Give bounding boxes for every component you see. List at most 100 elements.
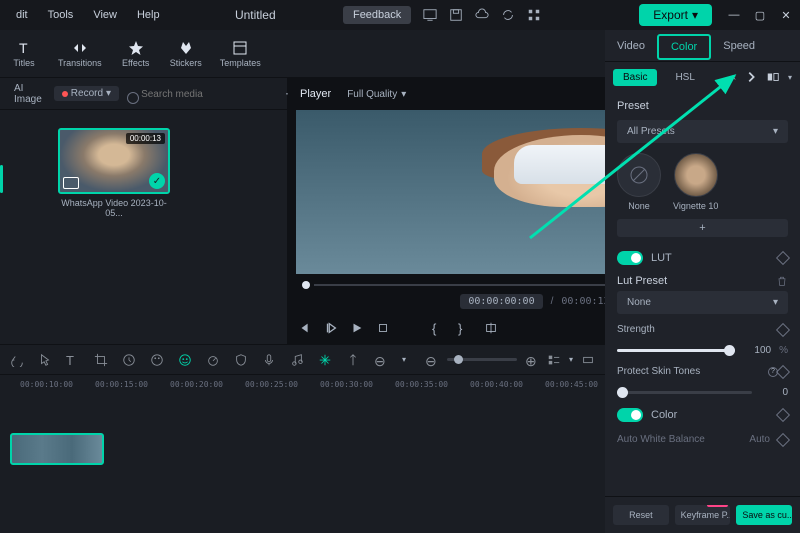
chevron-right-icon[interactable]	[744, 70, 758, 84]
step-back-icon[interactable]	[324, 321, 338, 335]
close-button[interactable]: ✕	[780, 9, 792, 21]
clip-name: WhatsApp Video 2023-10-05...	[58, 198, 170, 218]
protect-slider[interactable]	[617, 391, 752, 394]
play-icon[interactable]	[350, 321, 364, 335]
timeline-clip[interactable]	[10, 433, 104, 465]
save-as-button[interactable]: Save as cu...	[736, 505, 792, 525]
color-toggle[interactable]	[617, 408, 643, 422]
marker-icon[interactable]	[484, 321, 498, 335]
undo-icon[interactable]	[10, 353, 24, 367]
keyframe-button[interactable]: BETAKeyframe P...	[675, 505, 731, 525]
awb-auto-button[interactable]: Auto	[749, 434, 770, 445]
fit-icon[interactable]	[581, 353, 595, 367]
player-tab[interactable]: Player	[300, 88, 331, 100]
strength-keyframe-icon[interactable]	[776, 322, 790, 336]
time-icon[interactable]	[122, 353, 136, 367]
lut-toggle[interactable]	[617, 251, 643, 265]
speed-tool-icon[interactable]	[206, 353, 220, 367]
ruler-mark: 00:00:35:00	[395, 380, 448, 389]
color-label: Color	[651, 409, 677, 421]
tab-video[interactable]: Video	[605, 30, 657, 61]
chevron-down-icon[interactable]: ▾	[788, 73, 792, 82]
add-preset-button[interactable]: +	[617, 219, 788, 237]
mic-icon[interactable]	[262, 353, 276, 367]
menu-help[interactable]: Help	[129, 5, 168, 25]
refresh-icon[interactable]	[501, 8, 515, 22]
subtab-prev-icon[interactable]: ‹	[733, 72, 736, 82]
music-icon[interactable]	[290, 353, 304, 367]
tab-color[interactable]: Color	[657, 34, 711, 60]
effects-tab[interactable]: Effects	[116, 38, 156, 70]
ai-tool-icon[interactable]	[178, 353, 192, 367]
templates-tab[interactable]: Templates	[216, 38, 265, 70]
top-menubar: dit Tools View Help Untitled Feedback Ex…	[0, 0, 800, 30]
compare-icon[interactable]	[766, 70, 780, 84]
protect-value[interactable]: 0	[760, 387, 788, 398]
text-tool-icon[interactable]: T	[66, 353, 80, 367]
vr-badge-icon	[63, 177, 79, 189]
palette-icon[interactable]	[150, 353, 164, 367]
clip-duration: 00:00:13	[126, 133, 165, 144]
preset-none[interactable]: None	[617, 153, 661, 211]
search-input[interactable]	[125, 89, 273, 100]
ruler-mark: 00:00:45:00	[545, 380, 598, 389]
grid-icon[interactable]	[527, 8, 541, 22]
ruler-mark: 00:00:25:00	[245, 380, 298, 389]
transitions-icon	[72, 40, 88, 56]
minimize-button[interactable]: —	[728, 9, 740, 21]
cloud-icon[interactable]	[475, 8, 489, 22]
lut-label: LUT	[651, 252, 672, 264]
timeline-ruler[interactable]: 00:00:10:0000:00:15:0000:00:20:0000:00:2…	[0, 375, 605, 393]
maximize-button[interactable]: ▢	[754, 9, 766, 21]
svg-text:T: T	[19, 40, 28, 56]
strength-value[interactable]: 100	[743, 345, 771, 356]
zoom-in-icon[interactable]: ⊕	[525, 353, 539, 367]
menu-view[interactable]: View	[85, 5, 125, 25]
subtab-basic[interactable]: Basic	[613, 69, 657, 86]
transitions-tab[interactable]: Transitions	[54, 38, 106, 70]
pointer-icon[interactable]	[38, 353, 52, 367]
titles-tab[interactable]: TTitles	[4, 38, 44, 70]
view-grid-icon[interactable]	[547, 353, 561, 367]
timecode-current[interactable]: 00:00:00:00	[460, 294, 542, 309]
menu-tools[interactable]: Tools	[40, 5, 82, 25]
brace-close-icon[interactable]: }	[458, 321, 472, 335]
save-icon[interactable]	[449, 8, 463, 22]
prev-icon[interactable]	[298, 321, 312, 335]
zoom-slider[interactable]	[447, 358, 517, 361]
reset-button[interactable]: Reset	[613, 505, 669, 525]
feedback-button[interactable]: Feedback	[343, 6, 411, 24]
protect-keyframe-icon[interactable]	[776, 364, 790, 378]
preset-select[interactable]: All Presets▾	[617, 120, 788, 143]
brace-open-icon[interactable]: {	[432, 321, 446, 335]
media-clip[interactable]: 00:00:13 ✓ WhatsApp Video 2023-10-05...	[58, 128, 170, 218]
stop-icon[interactable]	[376, 321, 390, 335]
lut-preset-select[interactable]: None▾	[617, 291, 788, 314]
shield-icon[interactable]	[234, 353, 248, 367]
clip-added-check-icon: ✓	[149, 173, 165, 189]
ruler-mark: 00:00:10:00	[20, 380, 73, 389]
ruler-mark: 00:00:40:00	[470, 380, 523, 389]
ai-image-button[interactable]: AI Image	[8, 81, 48, 107]
preset-vignette[interactable]: Vignette 10	[673, 153, 718, 211]
menu-edit[interactable]: dit	[8, 5, 36, 25]
effects-icon	[128, 40, 144, 56]
strength-slider[interactable]	[617, 349, 735, 352]
export-button[interactable]: Export▾	[639, 4, 712, 26]
marker-tool-icon[interactable]	[346, 353, 360, 367]
record-button[interactable]: Record▾	[54, 86, 119, 101]
color-keyframe-icon[interactable]	[776, 408, 790, 422]
tab-speed[interactable]: Speed	[711, 30, 767, 61]
record-dot-icon	[62, 91, 68, 97]
subtab-hsl[interactable]: HSL	[665, 69, 704, 86]
enhance-icon[interactable]	[318, 353, 332, 367]
quality-select[interactable]: Full Quality▾	[347, 89, 406, 100]
trash-icon[interactable]	[776, 275, 788, 287]
lut-keyframe-icon[interactable]	[776, 251, 790, 265]
crop-icon[interactable]	[94, 353, 108, 367]
monitor-icon[interactable]	[423, 8, 437, 22]
stickers-tab[interactable]: Stickers	[166, 38, 206, 70]
awb-keyframe-icon[interactable]	[776, 432, 790, 446]
zoom-out-icon[interactable]: ⊖	[425, 353, 439, 367]
minus-icon[interactable]: ⊖	[374, 353, 388, 367]
